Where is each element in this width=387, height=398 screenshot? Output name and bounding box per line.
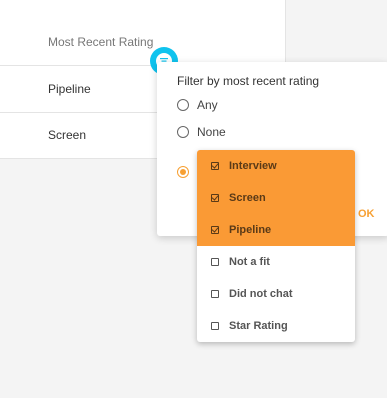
filter-panel-title: Filter by most recent rating xyxy=(177,74,320,88)
checkbox-checked[interactable] xyxy=(211,226,219,234)
checkbox-checked[interactable] xyxy=(211,194,219,202)
option-label: Star Rating xyxy=(229,320,288,332)
option-interview[interactable]: Interview xyxy=(197,150,355,182)
option-label: Interview xyxy=(229,160,277,172)
checkbox[interactable] xyxy=(211,322,219,330)
radio-button[interactable] xyxy=(177,99,189,111)
radio-specific[interactable] xyxy=(177,166,197,178)
radio-none[interactable]: None xyxy=(177,125,226,139)
option-not-a-fit[interactable]: Not a fit xyxy=(197,246,355,278)
cell-rating: Pipeline xyxy=(48,82,91,96)
radio-label: None xyxy=(197,125,226,139)
option-did-not-chat[interactable]: Did not chat xyxy=(197,278,355,310)
option-star-rating[interactable]: Star Rating xyxy=(197,310,355,342)
option-screen[interactable]: Screen xyxy=(197,182,355,214)
option-pipeline[interactable]: Pipeline xyxy=(197,214,355,246)
table-row: Most Recent Rating xyxy=(0,19,285,75)
ok-button[interactable]: OK xyxy=(358,208,375,220)
option-label: Pipeline xyxy=(229,224,272,236)
checkbox[interactable] xyxy=(211,290,219,298)
cell-rating: Screen xyxy=(48,128,87,142)
option-label: Screen xyxy=(229,192,266,204)
radio-button-selected[interactable] xyxy=(177,166,189,178)
column-header-most-recent-rating: Most Recent Rating xyxy=(48,35,154,49)
option-label: Did not chat xyxy=(229,288,293,300)
option-label: Not a fit xyxy=(229,256,270,268)
rating-dropdown: Interview Screen Pipeline Not a fit Did … xyxy=(197,150,355,342)
radio-any[interactable]: Any xyxy=(177,98,218,112)
radio-label: Any xyxy=(197,98,218,112)
checkbox-checked[interactable] xyxy=(211,162,219,170)
radio-button[interactable] xyxy=(177,126,189,138)
checkbox[interactable] xyxy=(211,258,219,266)
